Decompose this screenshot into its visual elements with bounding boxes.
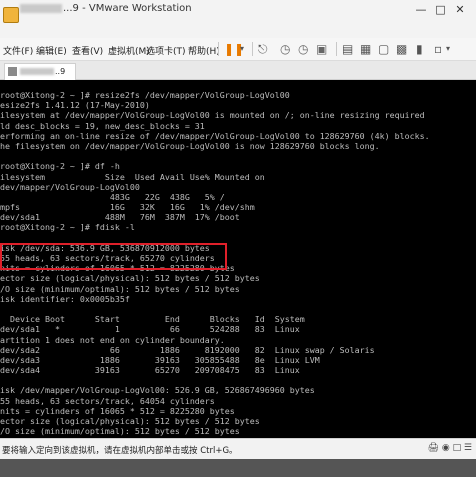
tab-label: ..9 [55,67,66,76]
toolbar-separator [218,42,219,56]
terminal-line: nits = cylinders of 16065 * 512 = 822528… [0,405,235,416]
window-title: ...9 - VMware Workstation [20,3,192,14]
window-controls: — □ ✕ [413,3,468,16]
snapshot-manager-icon[interactable]: ▣ [316,41,327,57]
menu-bar: 文件(F) 编辑(E) 查看(V) 虚拟机(M) 选项卡(T) 帮助(H) ❚❚… [0,38,476,61]
unity-icon[interactable]: ▩ [396,41,407,57]
terminal-line: ld desc_blocks = 19, new_desc_blocks = 3… [0,120,205,131]
blurred-title-part [20,3,62,13]
terminal-line: /O size (minimum/optimal): 512 bytes / 5… [0,426,240,437]
terminal-line: root@Xitong-2 ~ ]# fdisk -l [0,222,135,233]
terminal-line: dev/mapper/VolGroup-LogVol00 [0,181,140,192]
menu-help[interactable]: 帮助(H) [188,44,220,57]
toolbar-separator [336,42,337,56]
terminal-line: root@Xitong-2 ~ ]# resize2fs /dev/mapper… [0,90,290,100]
terminal-line: ector size (logical/physical): 512 bytes… [0,416,260,426]
view-dropdown-icon[interactable]: ▾ [446,41,450,57]
fullscreen-icon[interactable]: ▢ [378,41,389,57]
window-titlebar: ...9 - VMware Workstation — □ ✕ [0,0,476,39]
menu-view[interactable]: 查看(V) [72,44,103,57]
terminal-line: ilesystem at /dev/mapper/VolGroup-LogVol… [0,110,425,121]
menu-file[interactable]: 文件(F) [3,44,33,57]
library-icon[interactable]: ▤ [342,41,353,57]
snapshot-icon[interactable]: ◷ [280,41,290,57]
status-text: 要将输入定向到该虚拟机，请在虚拟机内部单击或按 Ctrl+G。 [2,446,238,456]
terminal-line: dev/sda1 * 1 66 524288 83 Linux [0,324,300,335]
dropdown-arrow-icon[interactable]: ▾ [240,41,244,57]
maximize-button[interactable]: □ [433,3,449,16]
tab-bar: ..9 [0,61,476,80]
terminal-line: Device Boot Start End Blocks Id System [0,314,305,325]
terminal-line: artition 1 does not end on cylinder boun… [0,334,225,345]
terminal-line: /O size (minimum/optimal): 512 bytes / 5… [0,283,240,294]
blurred-tab-name [20,68,54,75]
taskbar-strip [0,459,476,477]
terminal-line: dev/sda4 39163 65270 209708475 83 Linux [0,365,300,376]
terminal-line: root@Xitong-2 ~ ]# df -h [0,161,120,172]
terminal-line: dev/sda1 488M 76M 387M 17% /boot [0,212,240,223]
minimize-button[interactable]: — [413,3,429,16]
menu-vm[interactable]: 虚拟机(M) [108,44,150,57]
terminal-line: 55 heads, 63 sectors/track, 64054 cylind… [0,395,215,406]
thumbnail-icon[interactable]: ▦ [360,41,371,57]
highlight-box [0,243,227,270]
terminal-line: mpfs 16G 32K 16G 1% /dev/shm [0,202,255,213]
device-icons[interactable]: 🖨​ ◉ □ ☰ [428,443,472,453]
terminal-line: ector size (logical/physical): 512 bytes… [0,273,260,284]
vmware-icon [3,7,19,23]
terminal-line: dev/sda2 66 1886 8192000 82 Linux swap /… [0,344,375,355]
menu-tabs[interactable]: 选项卡(T) [146,44,186,57]
vm-console[interactable]: root@Xitong-2 ~ ]# resize2fs /dev/mapper… [0,80,476,438]
terminal-line: isk identifier: 0x0005b35f [0,293,130,304]
terminal-line: 483G 22G 438G 5% / [0,191,225,202]
terminal-line: he filesystem on /dev/mapper/VolGroup-Lo… [0,140,380,151]
menu-edit[interactable]: 编辑(E) [36,44,67,57]
status-bar: 要将输入定向到该虚拟机，请在虚拟机内部单击或按 Ctrl+G。 🖨​ ◉ □ ☰ [0,438,476,459]
terminal-line: erforming an on-line resize of /dev/mapp… [0,130,430,141]
terminal-line: ilesystem Size Used Avail Use% Mounted o… [0,171,265,182]
vm-icon [8,67,17,76]
view-options-icon[interactable]: ▫ [434,41,442,57]
tab-vm[interactable]: ..9 [4,63,76,80]
toolbar-separator [252,42,253,56]
snapshot-restore-icon[interactable]: ◷ [298,41,308,57]
terminal-icon[interactable]: ▮ [416,41,423,57]
terminal-line: isk /dev/mapper/VolGroup-LogVol00: 526.9… [0,385,315,396]
terminal-line: esize2fs 1.41.12 (17-May-2010) [0,100,150,111]
send-ctrl-alt-del-icon[interactable]: ⎋ [258,41,268,57]
close-button[interactable]: ✕ [452,3,468,16]
terminal-line: dev/sda3 1886 39163 305855488 8e Linux L… [0,354,320,365]
